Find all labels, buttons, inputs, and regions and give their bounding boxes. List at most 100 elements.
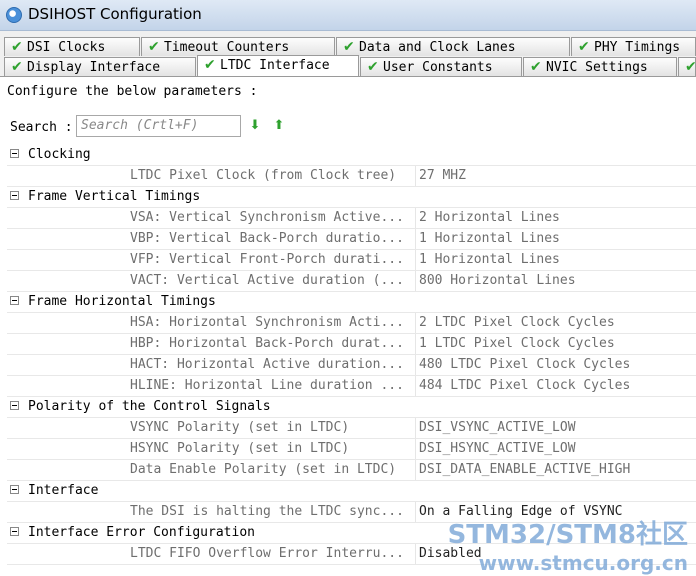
- column-divider: [415, 439, 416, 459]
- group-header[interactable]: Polarity of the Control Signals: [7, 397, 696, 418]
- parameter-value: 1 LTDC Pixel Clock Cycles: [419, 336, 615, 351]
- column-divider: [415, 502, 416, 522]
- search-input[interactable]: Search (Crtl+F): [76, 115, 241, 137]
- parameter-name: LTDC FIFO Overflow Error Interru...: [130, 546, 404, 561]
- parameter-name: VBP: Vertical Back-Porch duratio...: [130, 231, 404, 246]
- parameter-value: 2 Horizontal Lines: [419, 210, 560, 225]
- parameter-value: DSI_DATA_ENABLE_ACTIVE_HIGH: [419, 462, 631, 477]
- parameter-name: VSYNC Polarity (set in LTDC): [130, 420, 350, 435]
- tab-label: LTDC Interface: [220, 58, 330, 73]
- tab-timeout-counters[interactable]: ✔ Timeout Counters: [141, 37, 335, 56]
- collapse-icon[interactable]: [10, 401, 19, 410]
- column-divider: [415, 166, 416, 186]
- check-icon: ✔: [11, 59, 23, 75]
- check-icon: ✔: [685, 59, 696, 75]
- tab-label: Timeout Counters: [164, 40, 290, 55]
- check-icon: ✔: [578, 39, 590, 55]
- parameter-row[interactable]: VBP: Vertical Back-Porch duratio... 1 Hor…: [7, 229, 696, 250]
- column-divider: [415, 334, 416, 354]
- parameter-row[interactable]: Data Enable Polarity (set in LTDC) DSI_DA…: [7, 460, 696, 481]
- parameter-name: VSA: Vertical Synchronism Active...: [130, 210, 404, 225]
- title-bar: DSIHOST Configuration: [0, 0, 696, 31]
- search-label: Search :: [10, 120, 73, 135]
- parameter-name: HSA: Horizontal Synchronism Acti...: [130, 315, 404, 330]
- group-header[interactable]: Frame Vertical Timings: [7, 187, 696, 208]
- parameter-row[interactable]: VFP: Vertical Front-Porch durati... 1 Hor…: [7, 250, 696, 271]
- tab-label: PHY Timings: [594, 40, 681, 55]
- tab-row-2: ✔ Display Interface ✔ LTDC Interface ✔ U…: [0, 55, 696, 77]
- group-name: Interface Error Configuration: [28, 525, 255, 540]
- parameter-value: DSI_HSYNC_ACTIVE_LOW: [419, 441, 576, 456]
- tab-overflow[interactable]: ✔: [678, 57, 696, 76]
- arrow-up-icon[interactable]: ⬆: [272, 119, 286, 133]
- parameter-row[interactable]: VACT: Vertical Active duration (... 800 H…: [7, 271, 696, 292]
- column-divider: [415, 376, 416, 396]
- column-divider: [415, 460, 416, 480]
- tab-label: Display Interface: [27, 60, 161, 75]
- column-divider: [415, 271, 416, 291]
- tab-label: NVIC Settings: [546, 60, 648, 75]
- parameter-name: LTDC Pixel Clock (from Clock tree): [130, 168, 397, 183]
- parameter-value: 1 Horizontal Lines: [419, 252, 560, 267]
- parameter-row[interactable]: LTDC Pixel Clock (from Clock tree) 27 MHZ: [7, 166, 696, 187]
- group-name: Frame Vertical Timings: [28, 189, 201, 204]
- group-header[interactable]: Clocking: [7, 145, 696, 166]
- tab-phy-timings[interactable]: ✔ PHY Timings: [571, 37, 696, 56]
- tab-user-constants[interactable]: ✔ User Constants: [360, 57, 522, 76]
- parameter-row[interactable]: HLINE: Horizontal Line duration ... 484 L…: [7, 376, 696, 397]
- column-divider: [415, 418, 416, 438]
- watermark: STM32/STM8社区 www.stmcu.org.cn: [448, 514, 688, 575]
- parameter-row[interactable]: HSYNC Polarity (set in LTDC) DSI_HSYNC_AC…: [7, 439, 696, 460]
- check-icon: ✔: [367, 59, 379, 75]
- tab-ltdc-interface[interactable]: ✔ LTDC Interface: [197, 55, 359, 76]
- collapse-icon[interactable]: [10, 527, 19, 536]
- column-divider: [415, 208, 416, 228]
- column-divider: [415, 313, 416, 333]
- tab-label: DSI Clocks: [27, 40, 106, 55]
- tab-nvic-settings[interactable]: ✔ NVIC Settings: [523, 57, 677, 76]
- group-name: Polarity of the Control Signals: [28, 399, 271, 414]
- check-icon: ✔: [148, 39, 160, 55]
- collapse-icon[interactable]: [10, 296, 19, 305]
- parameter-row[interactable]: HACT: Horizontal Active duration... 480 L…: [7, 355, 696, 376]
- tab-row-1: ✔ DSI Clocks ✔ Timeout Counters ✔ Data a…: [0, 37, 696, 57]
- parameter-value: 27 MHZ: [419, 168, 466, 183]
- tab-dsi-clocks[interactable]: ✔ DSI Clocks: [4, 37, 140, 56]
- watermark-title: STM32/STM8社区: [447, 520, 688, 550]
- parameter-name: HLINE: Horizontal Line duration ...: [130, 378, 404, 393]
- parameter-value: 2 LTDC Pixel Clock Cycles: [419, 315, 615, 330]
- parameter-name: HSYNC Polarity (set in LTDC): [130, 441, 350, 456]
- watermark-url: www.stmcu.org.cn: [478, 551, 688, 575]
- app-icon: [6, 7, 22, 23]
- group-header[interactable]: Frame Horizontal Timings: [7, 292, 696, 313]
- check-icon: ✔: [530, 59, 542, 75]
- check-icon: ✔: [343, 39, 355, 55]
- group-name: Frame Horizontal Timings: [28, 294, 216, 309]
- group-name: Clocking: [28, 147, 91, 162]
- collapse-icon[interactable]: [10, 191, 19, 200]
- window-title: DSIHOST Configuration: [28, 5, 202, 23]
- collapse-icon[interactable]: [10, 149, 19, 158]
- arrow-down-icon[interactable]: ⬇: [248, 119, 262, 133]
- configure-heading: Configure the below parameters :: [7, 84, 258, 99]
- parameter-row[interactable]: HBP: Horizontal Back-Porch durat... 1 LTD…: [7, 334, 696, 355]
- tab-display-interface[interactable]: ✔ Display Interface: [4, 57, 196, 76]
- parameter-name: The DSI is halting the LTDC sync...: [130, 504, 404, 519]
- parameter-name: HBP: Horizontal Back-Porch durat...: [130, 336, 404, 351]
- parameter-name: VACT: Vertical Active duration (...: [130, 273, 404, 288]
- group-header[interactable]: Interface: [7, 481, 696, 502]
- parameter-grid: Clocking LTDC Pixel Clock (from Clock tre…: [7, 145, 696, 565]
- parameter-value: 800 Horizontal Lines: [419, 273, 576, 288]
- parameter-name: Data Enable Polarity (set in LTDC): [130, 462, 397, 477]
- parameter-value: 480 LTDC Pixel Clock Cycles: [419, 357, 631, 372]
- parameter-row[interactable]: VSA: Vertical Synchronism Active... 2 Hor…: [7, 208, 696, 229]
- tab-data-and-clock-lanes[interactable]: ✔ Data and Clock Lanes: [336, 37, 570, 56]
- parameter-name: HACT: Horizontal Active duration...: [130, 357, 404, 372]
- tab-label: Data and Clock Lanes: [359, 40, 516, 55]
- collapse-icon[interactable]: [10, 485, 19, 494]
- parameter-value: 1 Horizontal Lines: [419, 231, 560, 246]
- tab-label: User Constants: [383, 60, 493, 75]
- parameter-row[interactable]: HSA: Horizontal Synchronism Acti... 2 LTD…: [7, 313, 696, 334]
- check-icon: ✔: [204, 57, 216, 73]
- parameter-row[interactable]: VSYNC Polarity (set in LTDC) DSI_VSYNC_AC…: [7, 418, 696, 439]
